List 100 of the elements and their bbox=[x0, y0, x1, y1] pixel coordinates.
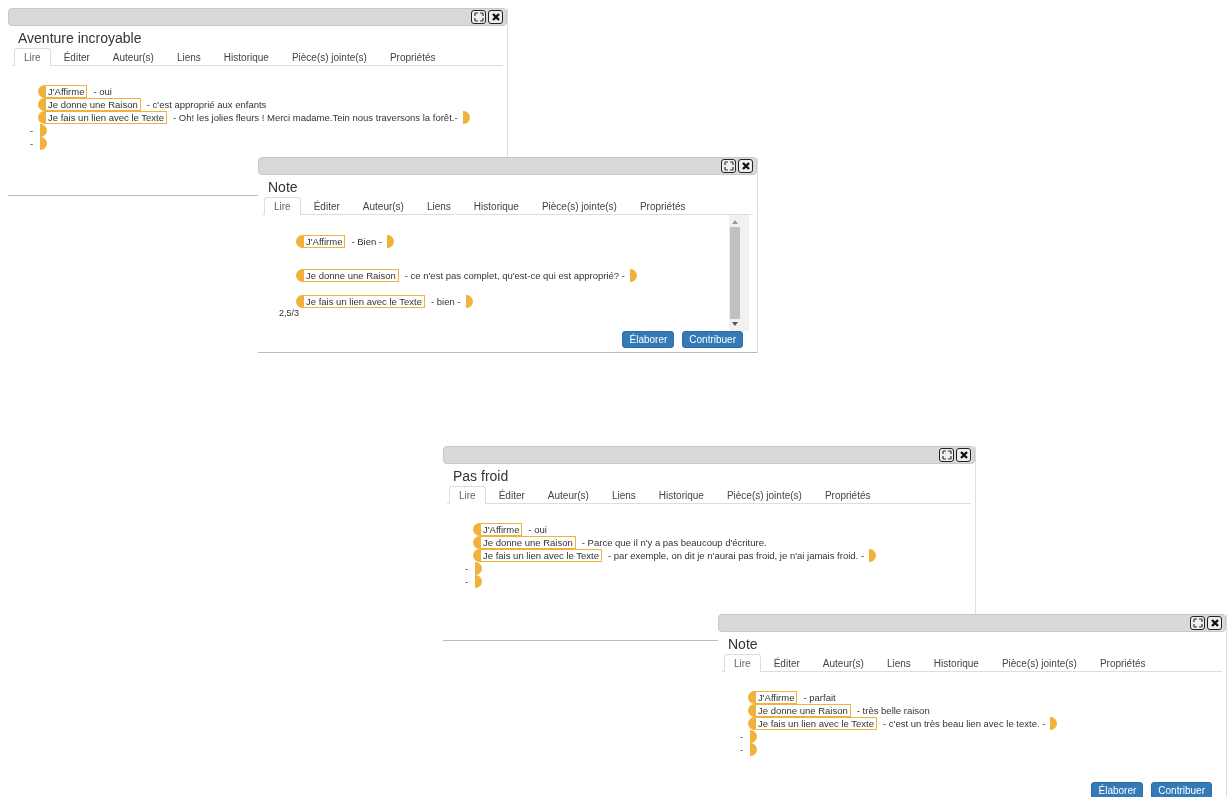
tab[interactable]: Propriétés bbox=[629, 197, 696, 214]
tab[interactable]: Lire bbox=[724, 654, 761, 672]
close-button[interactable] bbox=[1207, 616, 1222, 630]
tab[interactable]: Pièce(s) jointe(s) bbox=[991, 654, 1087, 671]
action-button[interactable]: Contribuer bbox=[682, 331, 743, 348]
close-button[interactable] bbox=[488, 10, 503, 24]
note-text: - Oh! les jolies fleurs ! Merci madame.Tein nous traversons la forêt.- bbox=[173, 112, 458, 123]
note-text: - par exemple, on dit je n'aurai pas froid, je n'ai jamais froid. - bbox=[608, 550, 865, 561]
expand-icon bbox=[473, 12, 484, 22]
close-icon bbox=[1209, 618, 1220, 628]
tab[interactable]: Éditer bbox=[303, 197, 350, 214]
scaffold-label[interactable]: Je fais un lien avec le Texte bbox=[755, 717, 877, 730]
close-marker-icon[interactable] bbox=[869, 549, 877, 562]
close-marker-icon[interactable] bbox=[1050, 717, 1058, 730]
tab[interactable]: Historique bbox=[463, 197, 529, 214]
tab[interactable]: Lire bbox=[264, 197, 301, 215]
close-marker-icon[interactable] bbox=[629, 269, 637, 282]
scaffold-label[interactable]: J'Affirme bbox=[480, 523, 523, 536]
window-title: Pas froid bbox=[452, 467, 510, 486]
window-title: Note bbox=[727, 635, 759, 654]
close-marker-icon[interactable] bbox=[750, 743, 757, 756]
close-marker-icon[interactable] bbox=[465, 295, 473, 308]
note-text: - ce n'est pas complet, qu'est-ce qui est approprié? - bbox=[404, 270, 625, 281]
window-title: Note bbox=[267, 178, 299, 197]
expand-icon bbox=[941, 450, 952, 460]
score-text: 2,5/3 bbox=[279, 308, 301, 318]
note-text: - oui bbox=[93, 86, 112, 97]
maximize-button[interactable] bbox=[471, 10, 486, 24]
scaffold-label[interactable]: Je fais un lien avec le Texte bbox=[480, 549, 602, 562]
open-marker-icon bbox=[296, 235, 303, 248]
scrollbar[interactable] bbox=[729, 215, 749, 331]
note-text: - oui bbox=[528, 524, 547, 535]
note-text: - bbox=[465, 563, 470, 574]
tab[interactable]: Pièce(s) jointe(s) bbox=[716, 486, 812, 503]
note-text: - très belle raison bbox=[856, 705, 930, 716]
up-arrow-icon bbox=[731, 219, 739, 225]
open-marker-icon bbox=[296, 269, 303, 282]
tab[interactable]: Liens bbox=[601, 486, 646, 503]
note-text: - bbox=[740, 744, 745, 755]
tab[interactable]: Éditer bbox=[53, 48, 100, 65]
tab[interactable]: Éditer bbox=[763, 654, 810, 671]
tab[interactable]: Auteur(s) bbox=[352, 197, 414, 214]
close-marker-icon[interactable] bbox=[475, 562, 482, 575]
window-title: Aventure incroyable bbox=[17, 29, 143, 48]
down-arrow-icon bbox=[731, 321, 739, 327]
maximize-button[interactable] bbox=[1190, 616, 1205, 630]
tab[interactable]: Auteur(s) bbox=[537, 486, 599, 503]
tab[interactable]: Éditer bbox=[488, 486, 535, 503]
expand-icon bbox=[723, 161, 734, 171]
note-text: - bbox=[465, 576, 470, 587]
tab[interactable]: Liens bbox=[166, 48, 211, 65]
scaffold-label[interactable]: J'Affirme bbox=[303, 235, 346, 248]
close-marker-icon[interactable] bbox=[750, 730, 757, 743]
scaffold-label[interactable]: Je donne une Raison bbox=[303, 269, 399, 282]
note-text: - Bien - bbox=[351, 236, 383, 247]
tab[interactable]: Auteur(s) bbox=[102, 48, 164, 65]
scaffold-label[interactable]: J'Affirme bbox=[45, 85, 88, 98]
close-icon bbox=[740, 161, 751, 171]
close-marker-icon[interactable] bbox=[40, 137, 47, 150]
scrollbar-thumb[interactable] bbox=[730, 227, 740, 319]
note-text: - bbox=[740, 731, 745, 742]
scaffold-label[interactable]: Je donne une Raison bbox=[480, 536, 576, 549]
tab[interactable]: Propriétés bbox=[814, 486, 881, 503]
scaffold-label[interactable]: J'Affirme bbox=[755, 691, 798, 704]
close-marker-icon[interactable] bbox=[387, 235, 395, 248]
tab[interactable]: Historique bbox=[213, 48, 279, 65]
tab[interactable]: Historique bbox=[648, 486, 714, 503]
note-text: - bien - bbox=[431, 296, 461, 307]
expand-icon bbox=[1192, 618, 1203, 628]
close-marker-icon[interactable] bbox=[475, 575, 482, 588]
action-button[interactable]: Élaborer bbox=[622, 331, 675, 348]
close-icon bbox=[958, 450, 969, 460]
note-text: - parfait bbox=[803, 692, 836, 703]
note-text: - c'est approprié aux enfants bbox=[146, 99, 267, 110]
scaffold-label[interactable]: Je donne une Raison bbox=[45, 98, 141, 111]
scaffold-label[interactable]: Je donne une Raison bbox=[755, 704, 851, 717]
close-icon bbox=[490, 12, 501, 22]
action-button[interactable]: Élaborer bbox=[1091, 782, 1144, 797]
note-text: - c'est un très beau lien avec le texte. - bbox=[883, 718, 1046, 729]
tab[interactable]: Propriétés bbox=[379, 48, 446, 65]
scaffold-label[interactable]: Je fais un lien avec le Texte bbox=[303, 295, 425, 308]
maximize-button[interactable] bbox=[721, 159, 736, 173]
tab[interactable]: Lire bbox=[449, 486, 486, 504]
maximize-button[interactable] bbox=[939, 448, 954, 462]
note-text: - bbox=[30, 138, 35, 149]
tab[interactable]: Historique bbox=[923, 654, 989, 671]
close-button[interactable] bbox=[738, 159, 753, 173]
tab[interactable]: Pièce(s) jointe(s) bbox=[281, 48, 377, 65]
action-button[interactable]: Contribuer bbox=[1151, 782, 1212, 797]
scaffold-label[interactable]: Je fais un lien avec le Texte bbox=[45, 111, 167, 124]
close-marker-icon[interactable] bbox=[40, 124, 47, 137]
tab[interactable]: Liens bbox=[876, 654, 921, 671]
tab[interactable]: Pièce(s) jointe(s) bbox=[531, 197, 627, 214]
tab[interactable]: Propriétés bbox=[1089, 654, 1156, 671]
note-text: - Parce que il n'y a pas beaucoup d'écriture. bbox=[581, 537, 767, 548]
close-button[interactable] bbox=[956, 448, 971, 462]
tab[interactable]: Lire bbox=[14, 48, 51, 66]
tab[interactable]: Liens bbox=[416, 197, 461, 214]
tab[interactable]: Auteur(s) bbox=[812, 654, 874, 671]
close-marker-icon[interactable] bbox=[462, 111, 470, 124]
